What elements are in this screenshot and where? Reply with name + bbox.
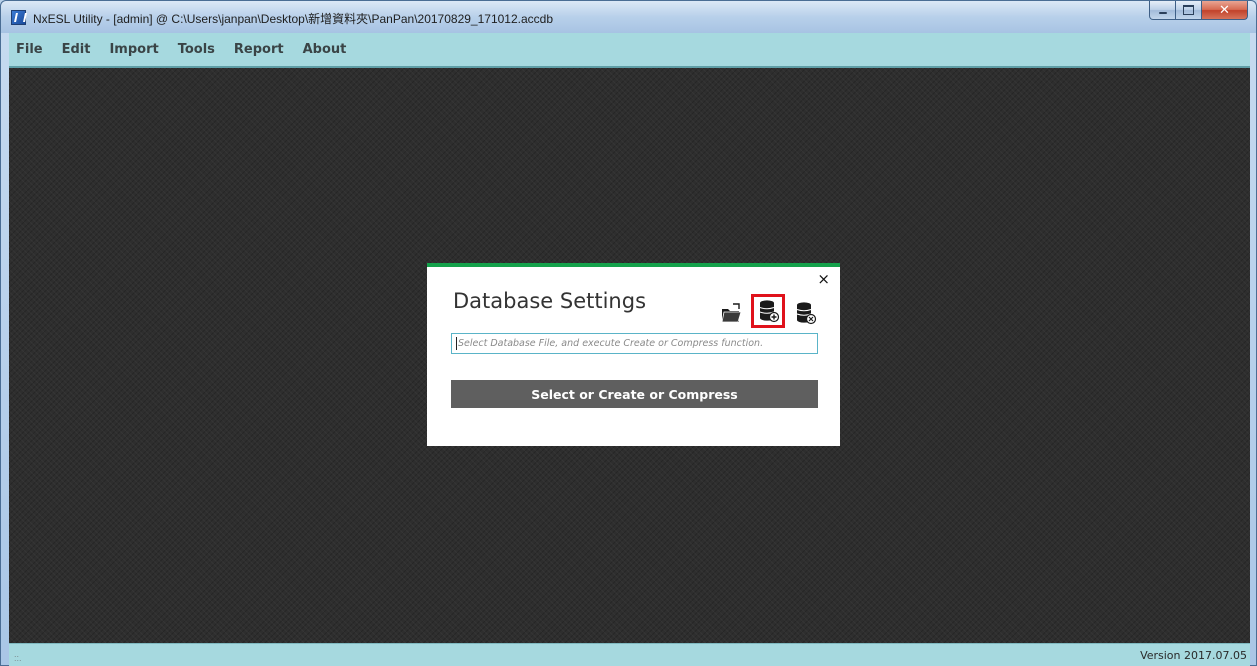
app-logo-icon: [11, 10, 26, 25]
menu-file[interactable]: File: [16, 42, 43, 57]
database-compress-icon: [796, 302, 817, 325]
close-icon: ✕: [1219, 2, 1230, 17]
dialog-title: Database Settings: [453, 289, 647, 313]
menu-bar: File Edit Import Tools Report About: [9, 33, 1250, 68]
select-create-compress-button[interactable]: Select or Create or Compress: [451, 380, 818, 408]
menu-tools[interactable]: Tools: [178, 42, 215, 57]
menu-report[interactable]: Report: [234, 42, 284, 57]
database-compress-button[interactable]: [793, 300, 817, 326]
database-settings-dialog: × Database Settings Select Database File…: [427, 263, 840, 446]
app-window: NxESL Utility - [admin] @ C:\Users\janpa…: [0, 0, 1257, 666]
database-path-input[interactable]: Select Database File, and execute Create…: [451, 333, 818, 354]
minimize-icon: [1158, 12, 1167, 14]
close-button[interactable]: ✕: [1202, 1, 1248, 20]
dialog-close-button[interactable]: ×: [817, 270, 830, 288]
text-caret: [456, 337, 457, 350]
workspace-background: × Database Settings Select Database File…: [9, 68, 1250, 643]
title-bar[interactable]: NxESL Utility - [admin] @ C:\Users\janpa…: [1, 1, 1256, 33]
maximize-icon: [1183, 5, 1194, 15]
maximize-button[interactable]: [1176, 1, 1202, 20]
version-label: Version 2017.07.05: [1140, 649, 1247, 662]
database-create-icon: [759, 300, 780, 323]
window-title: NxESL Utility - [admin] @ C:\Users\janpa…: [33, 12, 553, 26]
folder-open-icon[interactable]: [719, 300, 743, 326]
menu-import[interactable]: Import: [109, 42, 158, 57]
minimize-button[interactable]: [1149, 1, 1176, 20]
window-controls: ✕: [1149, 1, 1248, 21]
menu-edit[interactable]: Edit: [62, 42, 91, 57]
status-bar: ::. Version 2017.07.05: [9, 643, 1250, 666]
database-path-placeholder: Select Database File, and execute Create…: [458, 338, 764, 349]
resize-grip-icon[interactable]: ::.: [14, 653, 22, 663]
menu-about[interactable]: About: [303, 42, 347, 57]
database-create-button[interactable]: [751, 294, 785, 328]
